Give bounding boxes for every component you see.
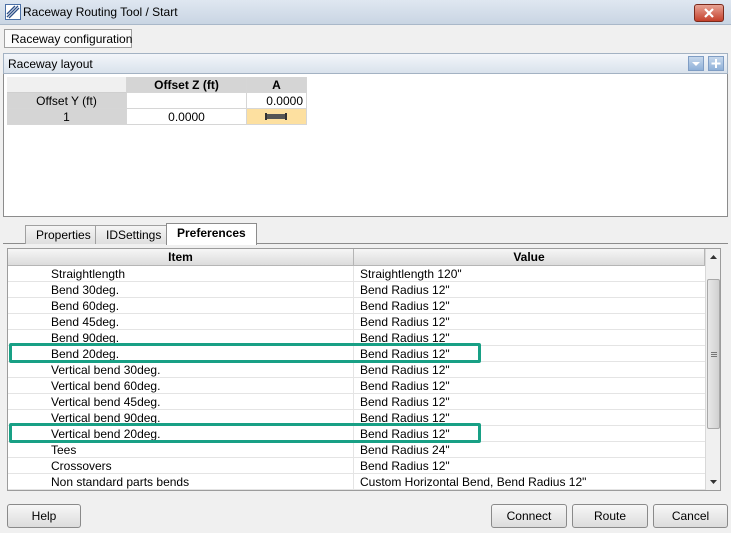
item-cell: Bend 30deg.	[8, 282, 354, 298]
value-cell[interactable]: Bend Radius 12"	[354, 410, 705, 426]
item-cell: Non standard parts bends	[8, 474, 354, 490]
preferences-grid-header: Item Value	[8, 249, 705, 266]
table-row[interactable]: Vertical bend 90deg. Bend Radius 12"	[8, 410, 705, 426]
raceway-tool-icon	[5, 4, 21, 20]
raceway-layout-title: Raceway layout	[8, 57, 93, 71]
item-cell: Vertical bend 20deg.	[8, 426, 354, 442]
value-cell[interactable]: Bend Radius 12"	[354, 458, 705, 474]
tab-preferences[interactable]: Preferences	[166, 223, 257, 245]
scroll-grip	[711, 352, 717, 353]
scroll-down-button[interactable]	[706, 474, 720, 490]
table-row[interactable]: Vertical bend 45deg. Bend Radius 12"	[8, 394, 705, 410]
tab-strip: Properties IDSettings Preferences	[3, 222, 728, 245]
tab-properties[interactable]: Properties	[25, 225, 102, 244]
item-cell: Bend 90deg.	[8, 330, 354, 346]
table-row[interactable]: Bend 45deg. Bend Radius 12"	[8, 314, 705, 330]
item-column-header[interactable]: Item	[8, 249, 354, 266]
close-button[interactable]	[694, 4, 724, 22]
item-cell: Vertical bend 90deg.	[8, 410, 354, 426]
row-1-offset-z-cell[interactable]: 0.0000	[127, 109, 247, 125]
value-cell[interactable]: Straightlength 120"	[354, 266, 705, 282]
table-row[interactable]: Bend 90deg. Bend Radius 12"	[8, 330, 705, 346]
offset-y-offset-z-cell[interactable]	[127, 93, 247, 109]
value-cell[interactable]: Custom Horizontal Bend, Bend Radius 12"	[354, 474, 705, 490]
value-column-header[interactable]: Value	[354, 249, 705, 266]
value-cell[interactable]: Bend Radius 12"	[354, 298, 705, 314]
item-cell: Crossovers	[8, 458, 354, 474]
connect-button[interactable]: Connect	[491, 504, 567, 528]
item-cell: Bend 20deg.	[8, 346, 354, 362]
value-cell[interactable]: Bend Radius 12"	[354, 426, 705, 442]
table-row[interactable]: Bend 30deg. Bend Radius 12"	[8, 282, 705, 298]
value-cell[interactable]: Bend Radius 12"	[354, 378, 705, 394]
table-row[interactable]: Bend 20deg. Bend Radius 12"	[8, 346, 705, 362]
raceway-layout-header: Raceway layout	[3, 53, 728, 74]
offset-y-row-label: Offset Y (ft)	[7, 93, 127, 109]
tab-idsettings[interactable]: IDSettings	[95, 225, 173, 244]
table-row[interactable]: Straightlength Straightlength 120"	[8, 266, 705, 282]
row-1-label: 1	[7, 109, 127, 125]
arrow-up-icon	[710, 255, 717, 259]
value-cell[interactable]: Bend Radius 24"	[354, 442, 705, 458]
row-1-a-cell[interactable]	[247, 109, 307, 125]
collapse-button[interactable]	[688, 56, 704, 71]
offset-y-a-cell[interactable]: 0.0000	[247, 93, 307, 109]
item-cell: Vertical bend 30deg.	[8, 362, 354, 378]
value-cell[interactable]: Bend Radius 12"	[354, 282, 705, 298]
table-row[interactable]: Tees Bend Radius 24"	[8, 442, 705, 458]
table-row[interactable]: Vertical bend 20deg. Bend Radius 12"	[8, 426, 705, 442]
raceway-configuration-button[interactable]: Raceway configuration	[4, 29, 132, 48]
chevron-down-icon	[692, 62, 700, 66]
value-cell[interactable]: Bend Radius 12"	[354, 346, 705, 362]
help-button[interactable]: Help	[7, 504, 81, 528]
title-bar: Raceway Routing Tool / Start	[0, 0, 731, 25]
column-a-header: A	[247, 77, 307, 93]
vertical-scrollbar[interactable]	[705, 249, 720, 490]
table-row[interactable]: Bend 60deg. Bend Radius 12"	[8, 298, 705, 314]
item-cell: Tees	[8, 442, 354, 458]
value-cell[interactable]: Bend Radius 12"	[354, 314, 705, 330]
table-row[interactable]: Vertical bend 30deg. Bend Radius 12"	[8, 362, 705, 378]
close-icon	[704, 8, 714, 18]
preferences-grid: Item Value Straightlength Straightlength …	[7, 248, 721, 491]
table-row[interactable]: Vertical bend 60deg. Bend Radius 12"	[8, 378, 705, 394]
raceway-segment-icon	[265, 113, 287, 120]
cancel-button[interactable]: Cancel	[653, 504, 728, 528]
item-cell: Vertical bend 45deg.	[8, 394, 354, 410]
layout-corner-cell	[7, 77, 127, 93]
value-cell[interactable]: Bend Radius 12"	[354, 362, 705, 378]
value-cell[interactable]: Bend Radius 12"	[354, 330, 705, 346]
item-cell: Bend 60deg.	[8, 298, 354, 314]
offset-z-header: Offset Z (ft)	[127, 77, 247, 93]
scroll-up-button[interactable]	[706, 249, 720, 265]
arrow-down-icon	[710, 480, 717, 484]
table-row[interactable]: Non standard parts bends Custom Horizonta…	[8, 474, 705, 490]
item-cell: Vertical bend 60deg.	[8, 378, 354, 394]
scroll-thumb[interactable]	[707, 279, 720, 429]
window-title: Raceway Routing Tool / Start	[23, 5, 178, 19]
item-cell: Straightlength	[8, 266, 354, 282]
scroll-grip	[711, 354, 717, 355]
item-cell: Bend 45deg.	[8, 314, 354, 330]
add-layout-button[interactable]	[708, 56, 724, 71]
plus-icon	[711, 59, 721, 68]
raceway-layout-grid: Offset Z (ft) A Offset Y (ft) 0.0000 1 0…	[3, 74, 728, 217]
route-button[interactable]: Route	[572, 504, 648, 528]
preferences-rows: Straightlength Straightlength 120" Bend 30…	[8, 266, 705, 490]
scroll-grip	[711, 356, 717, 357]
table-row[interactable]: Crossovers Bend Radius 12"	[8, 458, 705, 474]
value-cell[interactable]: Bend Radius 12"	[354, 394, 705, 410]
